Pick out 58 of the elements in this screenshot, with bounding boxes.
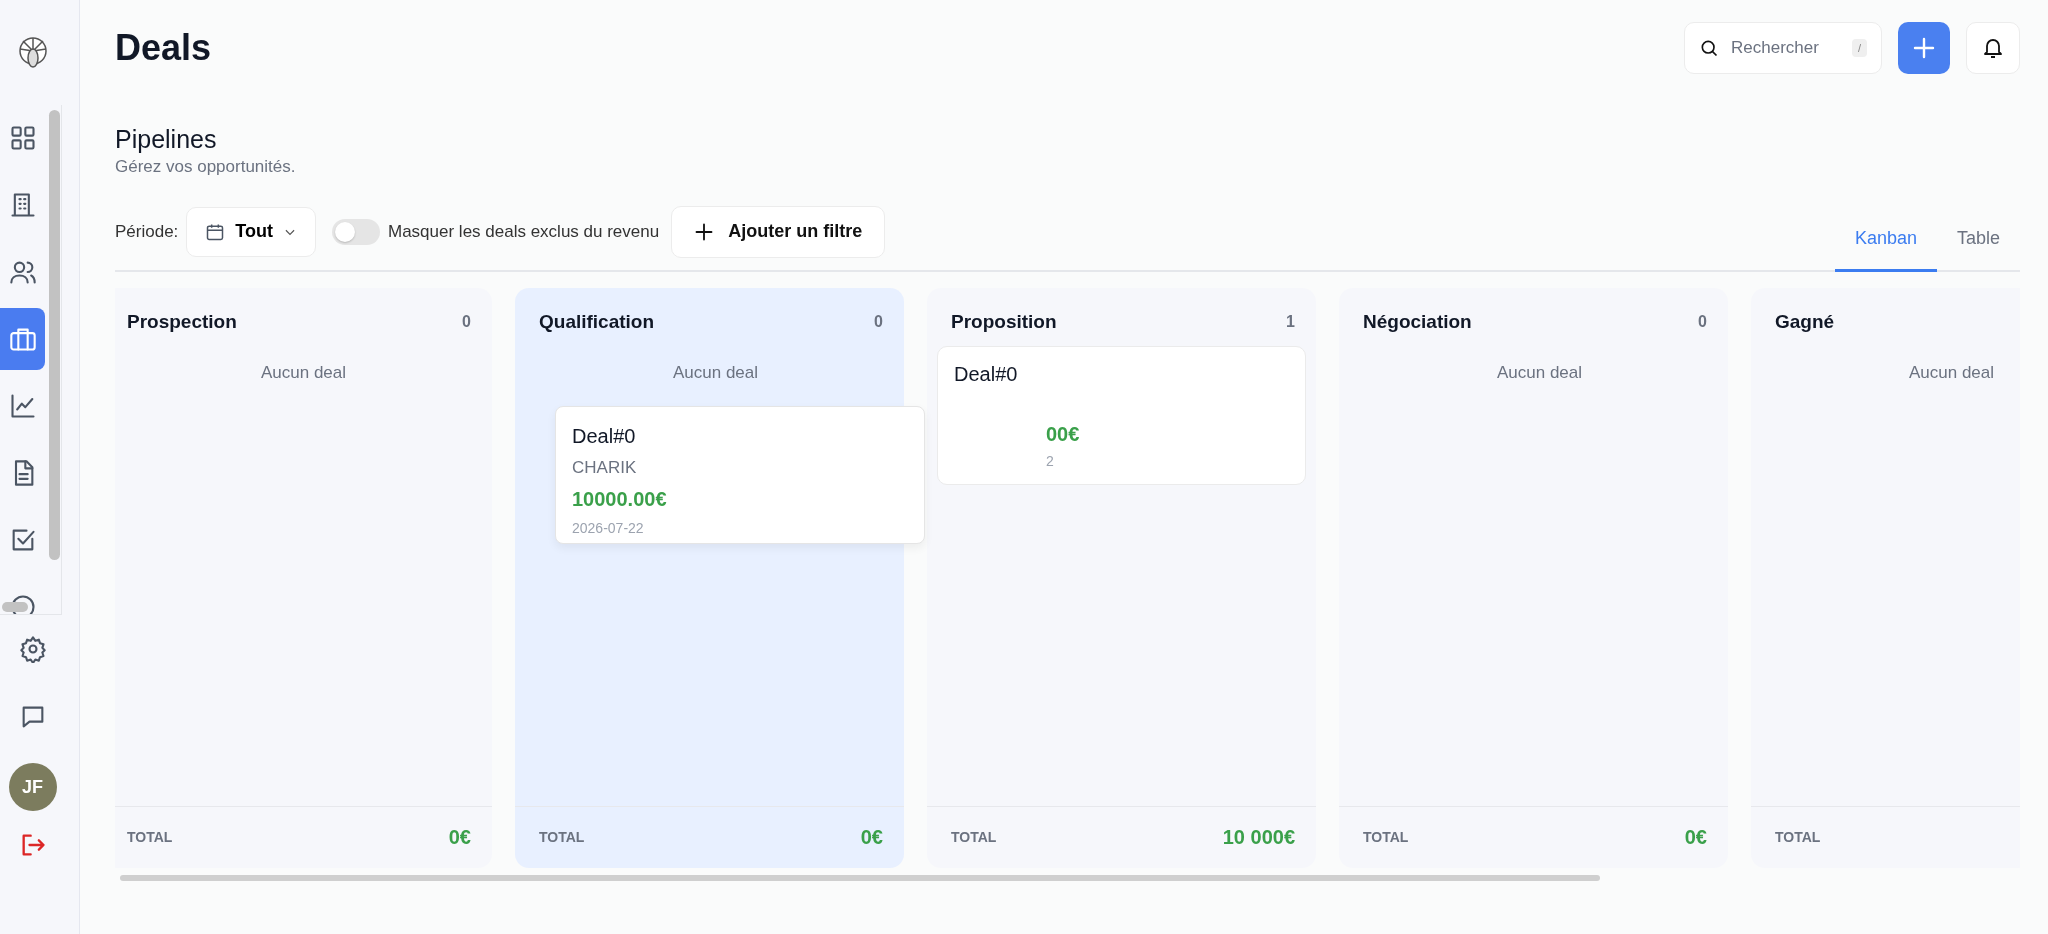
shortcut-key: / <box>1851 38 1867 58</box>
filter-label: Période: <box>115 220 179 243</box>
total-label: TOTAL <box>1363 827 1409 847</box>
page-title: Deals <box>115 26 212 70</box>
total-amount: 0€ <box>448 825 471 850</box>
grid-icon <box>8 124 37 152</box>
deal-count: 0 <box>1698 311 1707 332</box>
empty-message: Aucun deal <box>260 363 347 382</box>
column-title: Gagné <box>1775 309 1835 334</box>
total-label: TOTAL <box>539 827 585 847</box>
total-amount: 0€ <box>860 825 883 850</box>
column-title: Négociation <box>1363 309 1472 334</box>
total-label: TOTAL <box>951 827 997 847</box>
deal-amount: 10000.00€ <box>572 487 668 512</box>
scrollbar[interactable] <box>120 874 1600 881</box>
nav-item[interactable] <box>0 308 45 370</box>
bell-icon <box>1981 36 2005 60</box>
scrollbar[interactable] <box>2 602 28 612</box>
settings-icon[interactable] <box>18 635 47 663</box>
total-amount: 0€ <box>1684 825 1707 850</box>
deal-title: Deal#0 <box>954 362 1018 387</box>
deal-count: 0 <box>874 311 883 332</box>
total-label: TOTAL <box>1775 827 1821 847</box>
column-title: Qualification <box>539 309 655 334</box>
toggle-label: Masquer les deals exclus du revenu <box>388 220 660 243</box>
view-tab[interactable]: Table <box>1936 207 2020 272</box>
search-icon <box>1699 38 1719 58</box>
deal-count: 0 <box>462 311 471 332</box>
search-field[interactable]: Rechercher / <box>1684 22 1882 74</box>
toggle-switch[interactable] <box>332 218 380 245</box>
deal-count: 1 <box>1286 311 1295 332</box>
total-label: TOTAL <box>127 827 173 847</box>
deal-amount: 00€ <box>1046 422 1080 447</box>
scrollbar[interactable] <box>49 110 60 560</box>
deal-date: 2026-07-22 <box>572 519 645 538</box>
plus-icon <box>1912 36 1936 60</box>
deal-title: Deal#0 <box>572 423 637 449</box>
notifications-button[interactable] <box>1966 22 2020 74</box>
deal-card[interactable]: Deal#0 00€ 2 <box>937 346 1306 485</box>
add-button[interactable] <box>1898 22 1950 74</box>
section-subtitle: Gérez vos opportunités. <box>115 156 297 178</box>
add-filter-button[interactable]: Ajouter un filtre <box>671 205 886 258</box>
deal-company: CHARIK <box>572 456 638 479</box>
total-amount: 10 000€ <box>1222 825 1295 850</box>
column-title: Proposition <box>951 309 1057 334</box>
view-tab[interactable]: Kanban <box>1834 207 1937 272</box>
dragged-deal-card[interactable]: Deal#0 CHARIK 10000.00€ 2026-07-22 <box>555 405 925 544</box>
empty-message: Aucun deal <box>672 363 759 382</box>
deal-date: 2 <box>1046 453 1054 469</box>
building-icon <box>8 191 37 219</box>
column-title: Prospection <box>127 309 237 334</box>
avatar[interactable]: JF <box>8 763 57 811</box>
plus-icon <box>694 221 715 242</box>
period-dropdown[interactable]: Tout <box>186 206 316 257</box>
chart-icon <box>8 392 37 420</box>
empty-message: Aucun deal <box>1908 363 1995 382</box>
section-title: Pipelines <box>115 124 218 154</box>
empty-message: Aucun deal <box>1496 363 1583 382</box>
